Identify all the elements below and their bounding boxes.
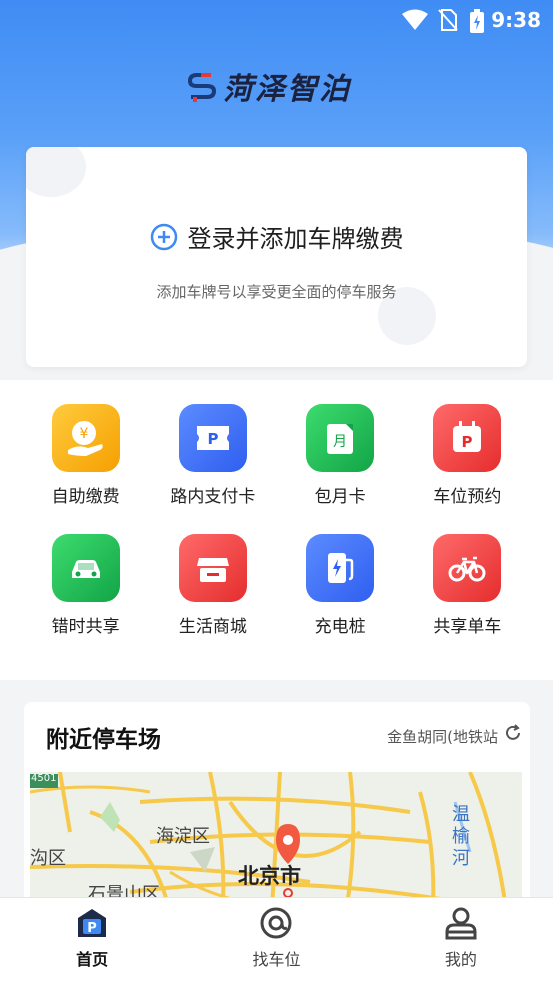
wifi-icon xyxy=(402,9,428,30)
login-title: 登录并添加车牌缴费 xyxy=(187,225,404,253)
home-parking-icon: P xyxy=(78,909,107,937)
svg-text:月: 月 xyxy=(333,434,347,450)
bottom-tab-bar: P 首页 找车位 我的 xyxy=(0,897,553,983)
charging-station-icon xyxy=(328,553,354,583)
login-card[interactable]: 登录并添加车牌缴费 添加车牌号以享受更全面的停车服务 xyxy=(26,147,527,367)
logo-icon xyxy=(187,73,217,102)
svg-text:¥: ¥ xyxy=(79,426,88,442)
app-logo: 菏泽智泊 xyxy=(187,64,351,108)
find-parking-icon xyxy=(260,907,292,939)
login-add-plate-button[interactable]: 登录并添加车牌缴费 xyxy=(26,219,527,254)
current-location[interactable]: 金鱼胡同(地铁站 xyxy=(387,726,498,747)
road-shield-label: 4501 xyxy=(31,773,57,784)
service-self-pay[interactable]: ¥ 自助缴费 xyxy=(22,404,149,507)
service-parking-card[interactable]: P 路内支付卡 xyxy=(149,404,276,507)
calendar-parking-icon: P xyxy=(453,421,482,452)
login-subtitle: 添加车牌号以享受更全面的停车服务 xyxy=(156,283,397,301)
store-icon xyxy=(196,558,229,582)
service-life-mall[interactable]: 生活商城 xyxy=(149,534,276,637)
service-grid: ¥ 自助缴费 P 路内支付卡 月 包月卡 P 车位预约 错时共享 生活商城 充电… xyxy=(22,404,531,637)
svg-text:P: P xyxy=(87,921,97,936)
map-label-haidian: 海淀区 xyxy=(156,826,210,847)
monthly-card-icon: 月 xyxy=(327,424,354,454)
map-label-river-3: 河 xyxy=(452,848,470,869)
service-shared-bike[interactable]: 共享单车 xyxy=(404,534,531,637)
bicycle-icon xyxy=(448,556,486,582)
map-label-city: 北京市 xyxy=(238,864,301,888)
svg-text:P: P xyxy=(207,430,218,448)
battery-icon xyxy=(470,9,484,33)
tab-home[interactable]: P 首页 xyxy=(0,898,184,983)
service-monthly-card[interactable]: 月 包月卡 xyxy=(277,404,404,507)
coin-hand-icon: ¥ xyxy=(67,421,103,456)
parking-ticket-icon: P xyxy=(196,426,229,450)
app-name: 菏泽智泊 xyxy=(223,72,351,107)
nearby-title: 附近停车场 xyxy=(46,727,161,753)
map-label-west: 沟区 xyxy=(30,848,66,869)
clock: 9:38 xyxy=(491,8,541,32)
plus-circle-icon xyxy=(150,223,177,250)
service-space-booking[interactable]: P 车位预约 xyxy=(404,404,531,507)
refresh-icon[interactable] xyxy=(504,724,522,742)
tab-find-parking[interactable]: 找车位 xyxy=(184,898,368,983)
user-icon xyxy=(445,907,477,940)
svg-text:P: P xyxy=(462,433,473,451)
car-icon xyxy=(71,560,100,578)
status-bar: 9:38 xyxy=(0,0,553,40)
service-time-share[interactable]: 错时共享 xyxy=(22,534,149,637)
service-charging[interactable]: 充电桩 xyxy=(277,534,404,637)
no-sim-icon xyxy=(438,9,458,31)
tab-mine[interactable]: 我的 xyxy=(369,898,553,983)
